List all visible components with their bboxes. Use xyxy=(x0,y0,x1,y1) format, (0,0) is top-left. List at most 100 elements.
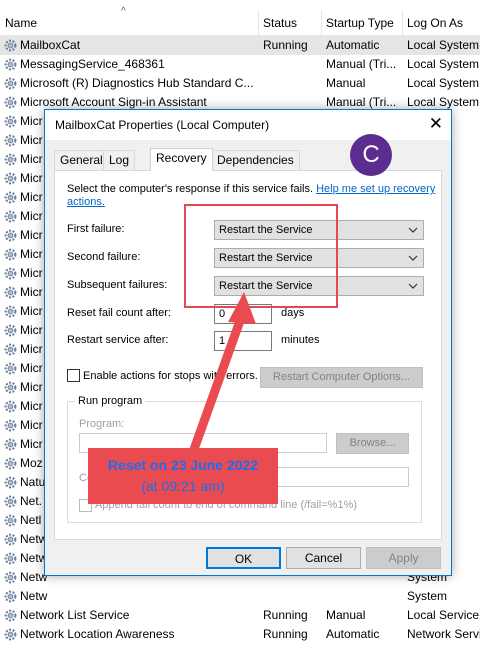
service-startup-type: Automatic xyxy=(326,627,380,641)
chevron-down-icon xyxy=(408,255,418,261)
dialog-title: MailboxCat Properties (Local Computer) xyxy=(55,118,270,132)
service-name: Network Location Awareness xyxy=(20,627,175,641)
tab-recovery[interactable]: Recovery xyxy=(150,148,213,171)
callout-line-1: Reset on 23 June 2022 xyxy=(107,457,259,473)
dialog-titlebar[interactable]: MailboxCat Properties (Local Computer) ✕ xyxy=(45,110,451,140)
minutes-label: minutes xyxy=(281,334,320,346)
gear-icon xyxy=(3,456,18,471)
step-badge: C xyxy=(350,134,392,176)
service-row[interactable]: Microsoft (R) Diagnostics Hub Standard C… xyxy=(0,74,480,93)
gear-icon xyxy=(3,95,18,110)
gear-icon xyxy=(3,532,18,547)
service-name: Netw xyxy=(20,589,48,603)
service-status: Running xyxy=(263,38,308,52)
service-startup-type: Manual xyxy=(326,608,366,622)
chevron-down-icon xyxy=(408,227,418,233)
service-row[interactable]: MailboxCat Running Automatic Local System xyxy=(0,36,480,55)
close-icon[interactable]: ✕ xyxy=(429,114,443,134)
gear-icon xyxy=(3,266,18,281)
service-row[interactable]: Network Location Awareness Running Automat… xyxy=(0,625,480,644)
service-log-on-as: Local System xyxy=(407,76,480,90)
restart-service-label: Restart service after: xyxy=(67,334,169,346)
gear-icon xyxy=(3,152,18,167)
column-divider[interactable] xyxy=(258,10,259,36)
gear-icon xyxy=(3,304,18,319)
gear-icon xyxy=(3,171,18,186)
gear-icon xyxy=(3,323,18,338)
enable-actions-label: Enable actions for stops with errors. xyxy=(83,370,258,382)
apply-button[interactable]: Apply xyxy=(366,547,441,569)
gear-icon xyxy=(3,513,18,528)
service-log-on-as: Local System xyxy=(407,38,480,52)
restart-service-input[interactable]: 1 xyxy=(214,331,272,351)
restart-computer-options-button[interactable]: Restart Computer Options... xyxy=(260,367,423,388)
column-name[interactable]: Name xyxy=(5,16,37,30)
column-log-on-as[interactable]: Log On As xyxy=(407,16,463,30)
service-startup-type: Manual (Tri... xyxy=(326,57,397,71)
intro-text: Select the computer's response if this s… xyxy=(67,183,314,195)
gear-icon xyxy=(3,475,18,490)
service-status: Running xyxy=(263,627,308,641)
tab-log-on[interactable]: Log On xyxy=(103,150,136,185)
gear-icon xyxy=(3,551,18,566)
properties-dialog: MailboxCat Properties (Local Computer) ✕… xyxy=(44,109,452,576)
program-label: Program: xyxy=(79,418,125,430)
service-name: Network List Service xyxy=(20,608,130,622)
gear-icon xyxy=(3,570,18,585)
ok-button[interactable]: OK xyxy=(206,547,281,569)
service-startup-type: Automatic xyxy=(326,38,380,52)
service-log-on-as: Network Service xyxy=(407,627,480,641)
service-log-on-as: Local Service xyxy=(407,608,480,622)
service-row[interactable]: Network List Service Running Manual Local S… xyxy=(0,606,480,625)
service-row[interactable]: MessagingService_468361 Manual (Tri... Loc… xyxy=(0,55,480,74)
browse-button[interactable]: Browse... xyxy=(336,433,409,454)
tab-dependencies[interactable]: Dependencies xyxy=(211,150,300,170)
gear-icon xyxy=(3,437,18,452)
column-startup-type[interactable]: Startup Type xyxy=(326,16,394,30)
first-failure-label: First failure: xyxy=(67,223,125,235)
service-row[interactable]: Netw System xyxy=(0,587,480,606)
gear-icon xyxy=(3,285,18,300)
service-log-on-as: Local System xyxy=(407,57,480,71)
second-failure-label: Second failure: xyxy=(67,251,141,263)
service-name: MessagingService_468361 xyxy=(20,57,165,71)
gear-icon xyxy=(3,380,18,395)
annotation-callout: Reset on 23 June 2022 (at 09:21 am) xyxy=(88,448,278,504)
service-status: Running xyxy=(263,608,308,622)
reset-fail-count-label: Reset fail count after: xyxy=(67,307,171,319)
column-divider[interactable] xyxy=(402,10,403,36)
service-log-on-as: System xyxy=(407,589,448,603)
gear-icon xyxy=(3,608,18,623)
chevron-down-icon xyxy=(408,283,418,289)
subsequent-failures-label: Subsequent failures: xyxy=(67,279,168,291)
gear-icon xyxy=(3,76,18,91)
service-startup-type: Manual xyxy=(326,76,366,90)
gear-icon xyxy=(3,418,18,433)
tab-general[interactable]: General xyxy=(54,150,109,170)
days-label: days xyxy=(281,307,305,319)
gear-icon xyxy=(3,627,18,642)
column-status[interactable]: Status xyxy=(263,16,297,30)
services-list-header: ^ Name Status Startup Type Log On As xyxy=(0,0,480,36)
gear-icon xyxy=(3,589,18,604)
service-name: MailboxCat xyxy=(20,38,81,52)
highlight-box xyxy=(184,204,338,308)
gear-icon xyxy=(3,342,18,357)
enable-actions-checkbox[interactable] xyxy=(67,369,80,382)
column-divider[interactable] xyxy=(321,10,322,36)
gear-icon xyxy=(3,361,18,376)
callout-line-2: (at 09:21 am) xyxy=(141,478,225,494)
gear-icon xyxy=(3,133,18,148)
gear-icon xyxy=(3,190,18,205)
gear-icon xyxy=(3,209,18,224)
sort-up-icon: ^ xyxy=(121,6,126,17)
service-name: Microsoft (R) Diagnostics Hub Standard C… xyxy=(20,76,254,90)
gear-icon xyxy=(3,38,18,53)
gear-icon xyxy=(3,57,18,72)
gear-icon xyxy=(3,494,18,509)
cancel-button[interactable]: Cancel xyxy=(286,547,361,569)
gear-icon xyxy=(3,228,18,243)
run-program-title: Run program xyxy=(75,395,146,407)
gear-icon xyxy=(3,399,18,414)
gear-icon xyxy=(3,114,18,129)
